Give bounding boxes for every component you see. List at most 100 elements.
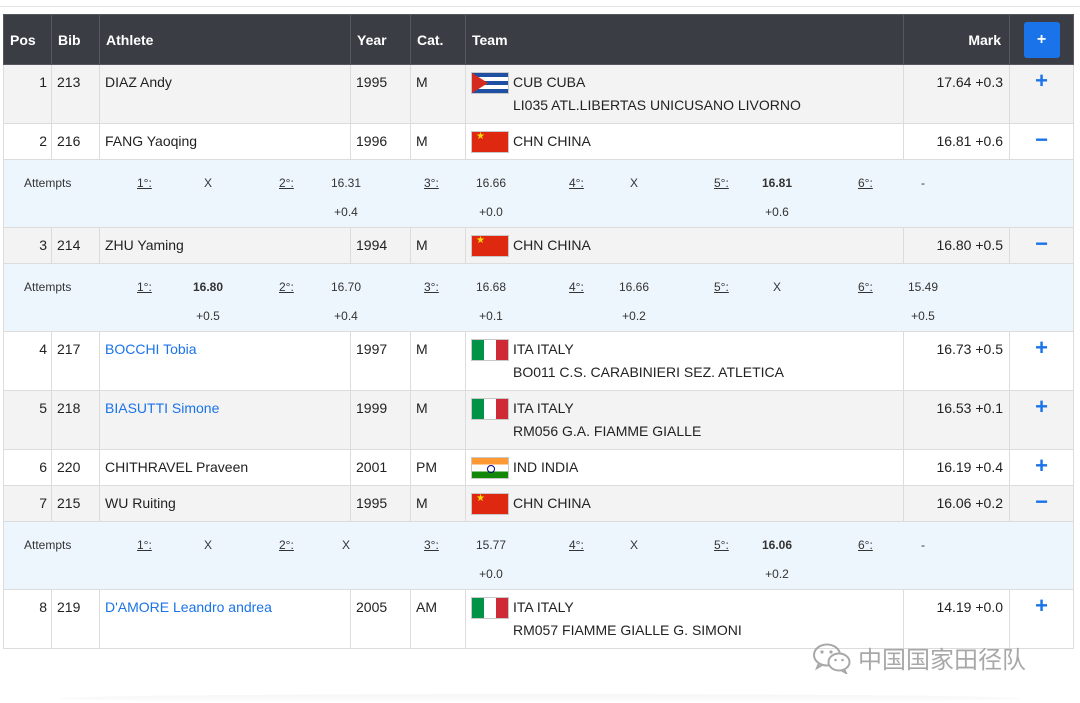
attempts-label: Attempts [24, 538, 72, 552]
year-cell: 1995 [350, 64, 411, 124]
mark-cell: 16.53 +0.1 [903, 390, 1010, 450]
team-cell: CHN CHINA [465, 123, 904, 160]
pos-cell: 4 [3, 331, 52, 391]
mark-cell: 16.73 +0.5 [903, 331, 1010, 391]
expand-all-button[interactable]: + [1023, 21, 1060, 58]
year-cell: 1996 [350, 123, 411, 160]
athlete-cell: WU Ruiting [99, 485, 351, 522]
athlete-name: WU Ruiting [105, 495, 176, 511]
attempt-number[interactable]: 3°: [424, 276, 439, 299]
team-cell: ITA ITALY RM056 G.A. FIAMME GIALLE [465, 390, 904, 450]
attempt-wind: +0.4 [334, 309, 358, 323]
italy-flag [471, 338, 509, 361]
attempt-number[interactable]: 1°: [137, 534, 152, 557]
mark-cell: 16.19 +0.4 [903, 449, 1010, 486]
india-flag [471, 456, 509, 479]
athlete-name: FANG Yaoqing [105, 133, 198, 149]
attempt-number[interactable]: 6°: [858, 276, 873, 299]
expand-row-button[interactable]: + [1035, 335, 1048, 360]
attempt-mark: X [203, 176, 212, 190]
team-cell: IND INDIA [465, 449, 904, 486]
cuba-flag [471, 71, 509, 94]
attempt-number[interactable]: 4°: [569, 172, 584, 195]
collapse-row-button[interactable]: − [1035, 489, 1048, 514]
attempt-mark: X [772, 280, 781, 294]
athlete-name: CHITHRAVEL Praveen [105, 459, 249, 475]
collapse-row-button[interactable]: − [1035, 231, 1048, 256]
toggle-cell: − [1009, 123, 1074, 160]
attempt-number[interactable]: 5°: [714, 276, 729, 299]
table-row: 4 217 BOCCHI Tobia 1997 M ITA ITALY BO011 C.S.… [3, 331, 1074, 391]
team-cell: CUB CUBA LI035 ATL.LIBERTAS UNICUSANO LIV… [465, 64, 904, 124]
attempt-mark: X [629, 538, 638, 552]
attempt-number[interactable]: 2°: [279, 172, 294, 195]
cat-cell: M [410, 485, 466, 522]
attempt-number[interactable]: 3°: [424, 534, 439, 557]
header-team: Team [465, 14, 904, 65]
athlete-name[interactable]: BOCCHI Tobia [105, 341, 197, 357]
attempt-mark: 16.81 [761, 176, 793, 190]
team-country: IND INDIA [513, 459, 579, 475]
pos-cell: 3 [3, 227, 52, 264]
expand-row-button[interactable]: + [1035, 394, 1048, 419]
attempts-cell: Attempts 1°: X 2°: 16.31 +0.4 3°: 16.66 +0.0 4°: X… [3, 159, 1074, 228]
year-cell: 1994 [350, 227, 411, 264]
attempt-wind: +0.5 [911, 309, 935, 323]
toggle-cell: + [1009, 331, 1074, 391]
attempt-number[interactable]: 2°: [279, 534, 294, 557]
attempt-number[interactable]: 1°: [137, 276, 152, 299]
attempt-number[interactable]: 5°: [714, 534, 729, 557]
bib-cell: 216 [51, 123, 100, 160]
attempt-mark: 16.31 [330, 176, 362, 190]
table-header-row: Pos Bib Athlete Year Cat. Team Mark + [3, 14, 1074, 65]
team-country: CHN CHINA [513, 495, 591, 511]
attempt-number[interactable]: 3°: [424, 172, 439, 195]
attempts-label: Attempts [24, 280, 72, 294]
expand-row-button[interactable]: + [1035, 593, 1048, 618]
attempt-wind: +0.5 [196, 309, 220, 323]
toggle-cell: + [1009, 449, 1074, 486]
bib-cell: 214 [51, 227, 100, 264]
attempt-number[interactable]: 4°: [569, 276, 584, 299]
bib-cell: 220 [51, 449, 100, 486]
attempt-number[interactable]: 2°: [279, 276, 294, 299]
attempt-number[interactable]: 6°: [858, 534, 873, 557]
attempts-label: Attempts [24, 176, 72, 190]
pos-cell: 7 [3, 485, 52, 522]
attempt-wind: +0.0 [479, 567, 503, 581]
athlete-name: DIAZ Andy [105, 74, 172, 90]
pos-cell: 1 [3, 64, 52, 124]
expand-row-button[interactable]: + [1035, 453, 1048, 478]
attempt-wind: +0.2 [765, 567, 789, 581]
year-cell: 1999 [350, 390, 411, 450]
italy-flag [471, 397, 509, 420]
attempt-mark: X [341, 538, 350, 552]
cat-cell: PM [410, 449, 466, 486]
watermark-text: 中国国家田径队 [858, 647, 1026, 674]
attempt-mark: 16.70 [330, 280, 362, 294]
watermark: 中国国家田径队 [812, 640, 1026, 675]
team-club: RM056 G.A. FIAMME GIALLE [513, 423, 702, 439]
athlete-cell: FANG Yaoqing [99, 123, 351, 160]
attempt-number[interactable]: 4°: [569, 534, 584, 557]
athlete-cell: D'AMORE Leandro andrea [99, 589, 351, 649]
header-cat: Cat. [410, 14, 466, 65]
attempt-mark: 15.49 [907, 280, 939, 294]
collapse-row-button[interactable]: − [1035, 127, 1048, 152]
attempt-number[interactable]: 5°: [714, 172, 729, 195]
team-cell: CHN CHINA [465, 227, 904, 264]
bib-cell: 215 [51, 485, 100, 522]
toggle-cell: − [1009, 227, 1074, 264]
athlete-name[interactable]: BIASUTTI Simone [105, 400, 219, 416]
attempt-number[interactable]: 1°: [137, 172, 152, 195]
table-row: 5 218 BIASUTTI Simone 1999 M ITA ITALY RM056 G… [3, 390, 1074, 450]
athlete-name[interactable]: D'AMORE Leandro andrea [105, 599, 272, 615]
athlete-cell: BIASUTTI Simone [99, 390, 351, 450]
toggle-cell: − [1009, 485, 1074, 522]
bib-cell: 218 [51, 390, 100, 450]
table-row: 7215 WU Ruiting 1995M CHN CHINA 16.06 +0.2− [3, 485, 1074, 522]
expand-row-button[interactable]: + [1035, 68, 1048, 93]
attempt-number[interactable]: 6°: [858, 172, 873, 195]
china-flag [471, 234, 509, 257]
attempt-mark: X [629, 176, 638, 190]
